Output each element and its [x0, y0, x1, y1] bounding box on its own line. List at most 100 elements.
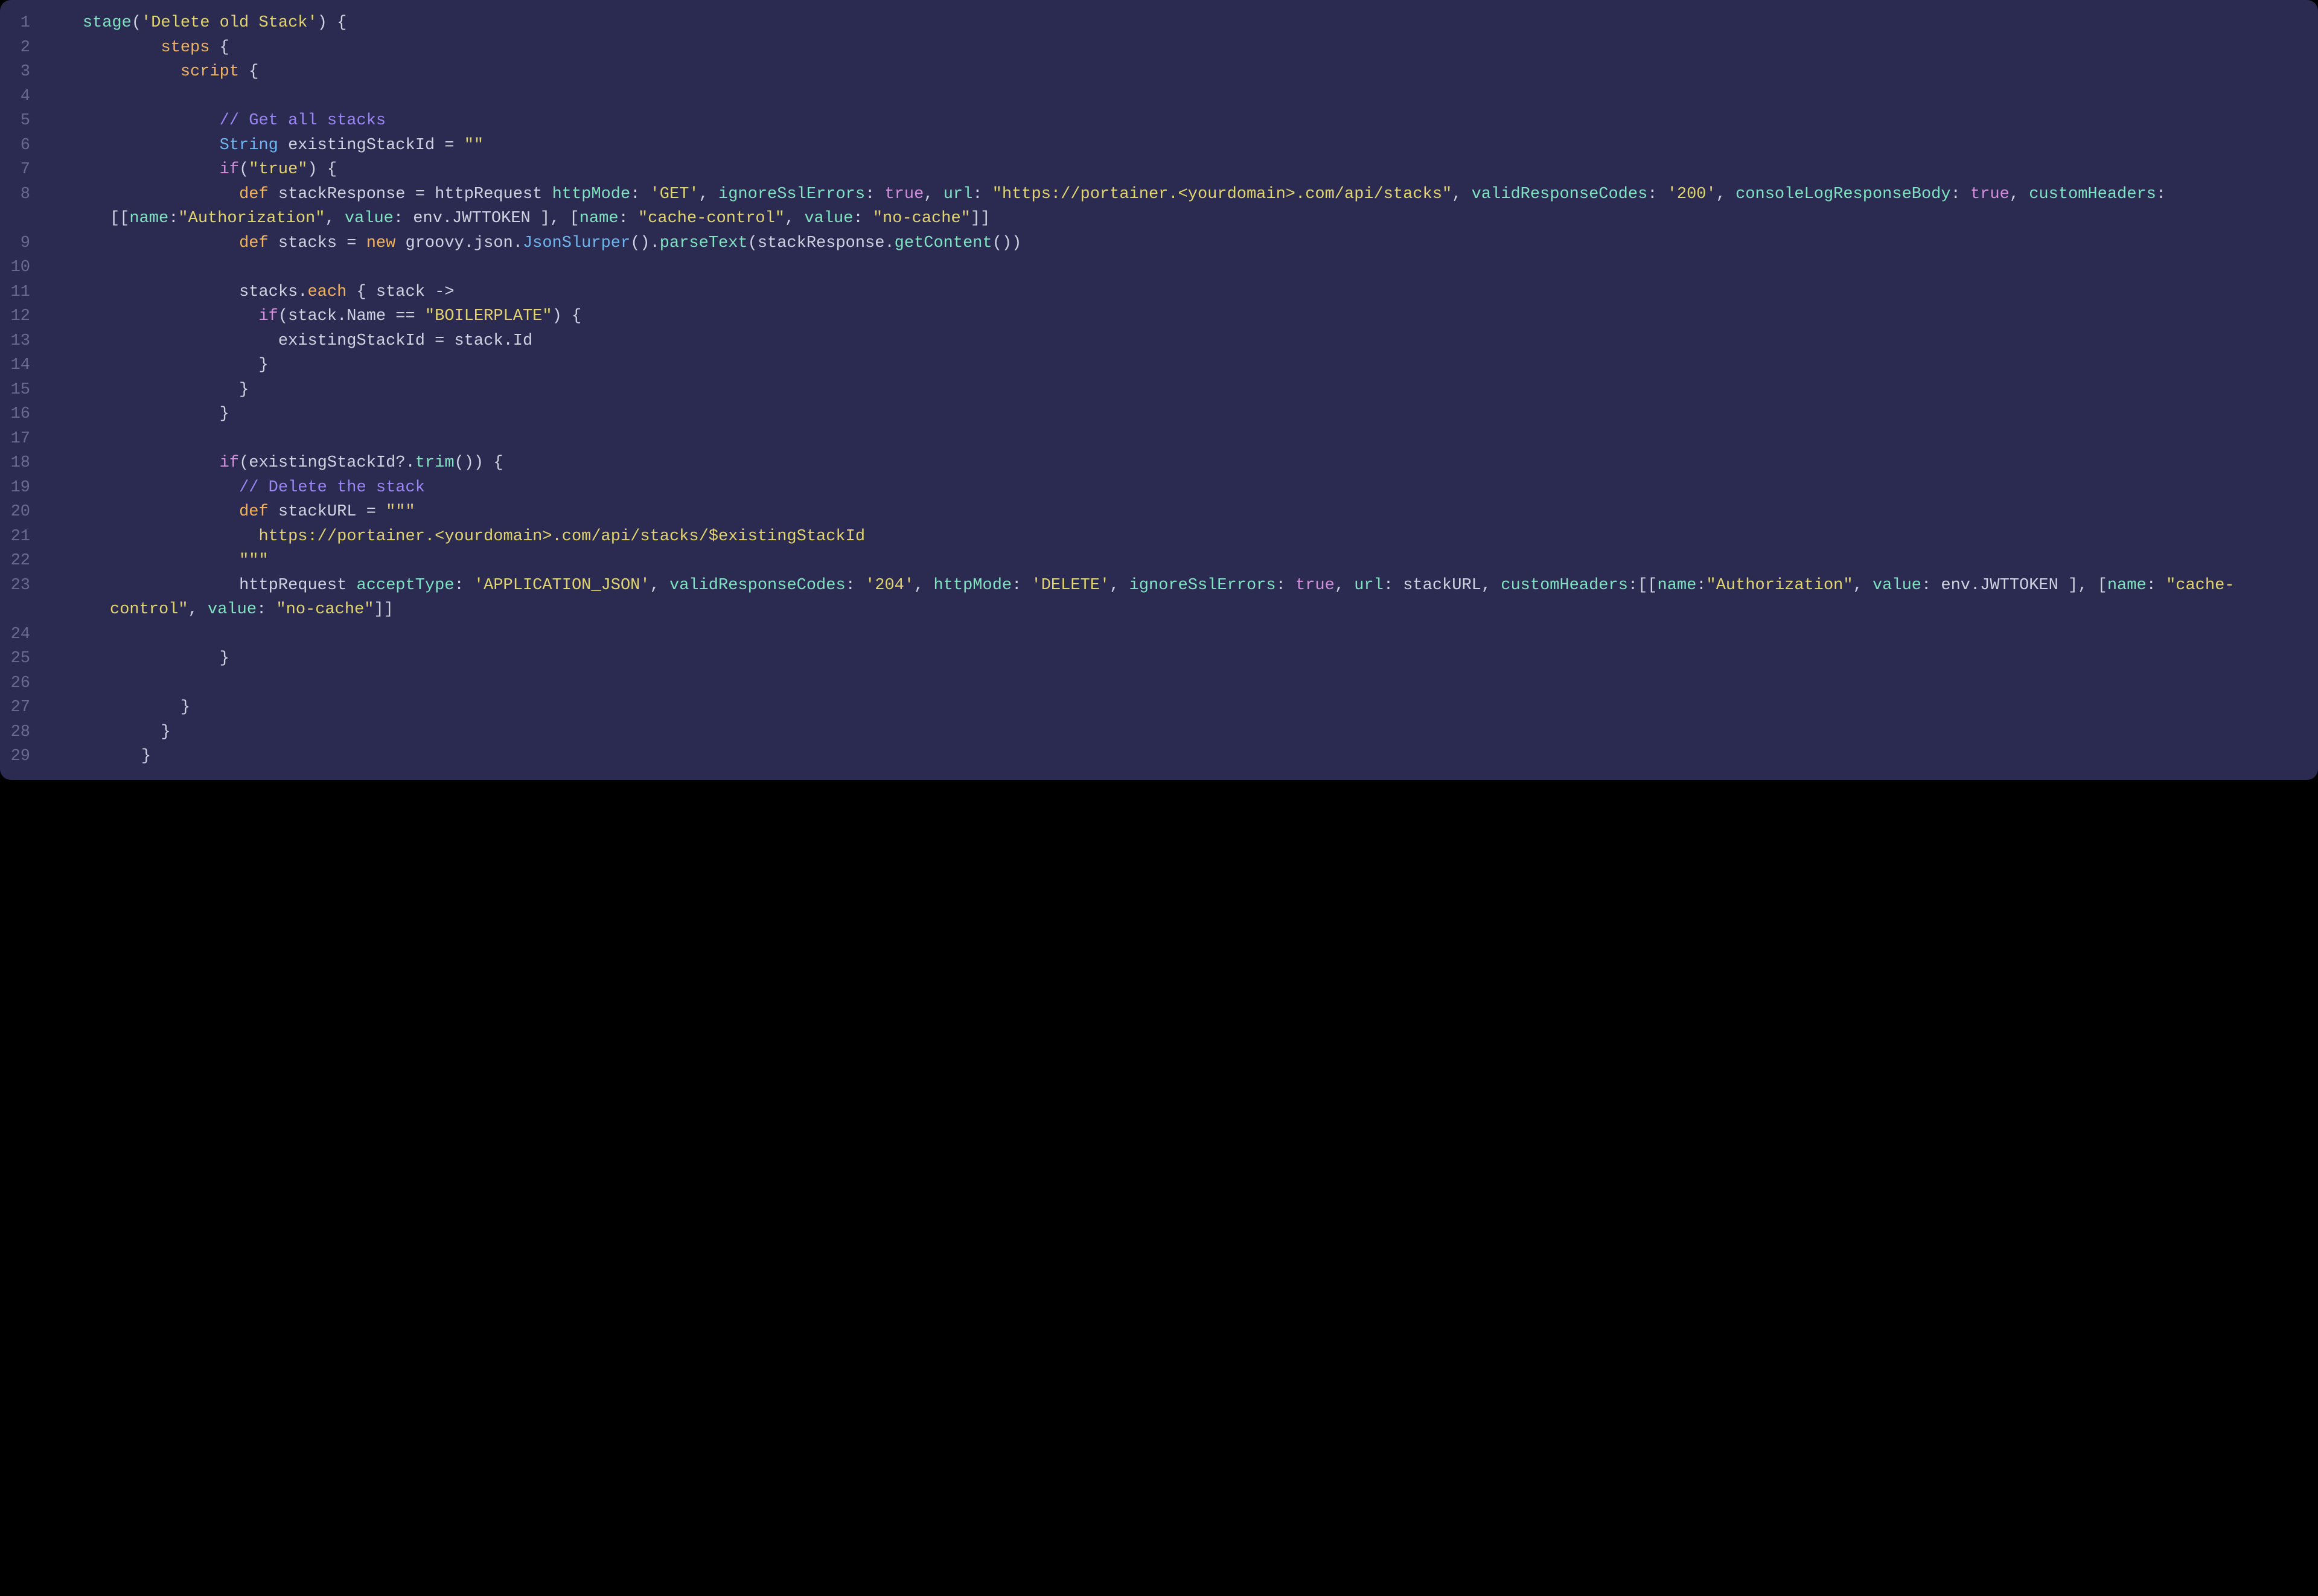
- code-content[interactable]: def stacks = new groovy.json.JsonSlurper…: [43, 231, 2318, 256]
- code-content[interactable]: def stackResponse = httpRequest httpMode…: [43, 182, 2318, 231]
- token-prop: name: [580, 209, 619, 228]
- code-content[interactable]: }: [43, 378, 2318, 403]
- code-content[interactable]: httpRequest acceptType: 'APPLICATION_JSO…: [43, 573, 2318, 622]
- code-line[interactable]: 24: [0, 622, 2318, 647]
- code-line[interactable]: 29 }: [0, 744, 2318, 769]
- code-line[interactable]: 16 }: [0, 402, 2318, 427]
- token-pn: :[[: [1628, 576, 1658, 595]
- code-line[interactable]: 20 def stackURL = """: [0, 500, 2318, 525]
- code-line[interactable]: 28 }: [0, 720, 2318, 745]
- token-pn: .: [442, 209, 452, 228]
- token-fn: parseText: [660, 234, 748, 252]
- token-pn: .: [1970, 576, 1980, 595]
- token-pn: [269, 185, 278, 203]
- code-content[interactable]: }: [43, 402, 2318, 427]
- code-line[interactable]: 5 // Get all stacks: [0, 109, 2318, 133]
- code-content[interactable]: }: [43, 646, 2318, 671]
- line-number: 17: [0, 427, 43, 452]
- code-content[interactable]: // Delete the stack: [43, 476, 2318, 500]
- code-line[interactable]: 22 """: [0, 549, 2318, 573]
- code-line[interactable]: 8 def stackResponse = httpRequest httpMo…: [0, 182, 2318, 231]
- token-pn: }: [220, 405, 229, 423]
- code-line[interactable]: 21 https://portainer.<yourdomain>.com/ap…: [0, 525, 2318, 549]
- token-id: stack: [288, 307, 337, 325]
- token-str: """: [386, 503, 415, 521]
- token-str: 'APPLICATION_JSON': [474, 576, 650, 595]
- token-pn: {: [209, 39, 229, 57]
- token-pn: }: [239, 381, 249, 399]
- code-line[interactable]: 18 if(existingStackId?.trim()) {: [0, 451, 2318, 476]
- code-content[interactable]: steps {: [43, 36, 2318, 60]
- token-str: "no-cache": [276, 601, 374, 619]
- code-line[interactable]: 7 if("true") {: [0, 158, 2318, 182]
- token-ctrl: if: [258, 307, 278, 325]
- code-line[interactable]: 3 script {: [0, 60, 2318, 85]
- code-line[interactable]: 4: [0, 85, 2318, 109]
- token-id: stacks: [239, 283, 298, 301]
- token-pn: }: [141, 747, 151, 765]
- code-line[interactable]: 23 httpRequest acceptType: 'APPLICATION_…: [0, 573, 2318, 622]
- code-line[interactable]: 9 def stacks = new groovy.json.JsonSlurp…: [0, 231, 2318, 256]
- code-content[interactable]: stage('Delete old Stack') {: [43, 11, 2318, 36]
- code-content[interactable]: if(existingStackId?.trim()) {: [43, 451, 2318, 476]
- code-content[interactable]: }: [43, 353, 2318, 378]
- code-content[interactable]: if("true") {: [43, 158, 2318, 182]
- token-pn: ,: [914, 576, 933, 595]
- token-pn: ]]: [374, 601, 393, 619]
- code-content[interactable]: // Get all stacks: [43, 109, 2318, 133]
- code-content[interactable]: String existingStackId = "": [43, 133, 2318, 158]
- token-pn: :: [257, 601, 276, 619]
- line-number: 10: [0, 255, 43, 280]
- line-number: 8: [0, 182, 43, 207]
- token-pn: (: [132, 14, 141, 32]
- token-str: "Authorization": [1707, 576, 1853, 595]
- token-op: =: [406, 185, 435, 203]
- code-line[interactable]: 15 }: [0, 378, 2318, 403]
- code-content[interactable]: }: [43, 720, 2318, 745]
- line-number: 29: [0, 744, 43, 769]
- code-content[interactable]: https://portainer.<yourdomain>.com/api/s…: [43, 525, 2318, 549]
- line-number: 21: [0, 525, 43, 549]
- code-line[interactable]: 1 stage('Delete old Stack') {: [0, 11, 2318, 36]
- code-line[interactable]: 17: [0, 427, 2318, 452]
- line-number: 3: [0, 60, 43, 85]
- token-pn: ,: [1853, 576, 1873, 595]
- token-prop: name: [1658, 576, 1697, 595]
- token-str: 'GET': [650, 185, 699, 203]
- code-line[interactable]: 6 String existingStackId = "": [0, 133, 2318, 158]
- token-str: "cache-control": [638, 209, 785, 228]
- code-line[interactable]: 11 stacks.each { stack ->: [0, 280, 2318, 305]
- code-line[interactable]: 19 // Delete the stack: [0, 476, 2318, 500]
- token-str: '200': [1667, 185, 1716, 203]
- line-number: 2: [0, 36, 43, 60]
- code-content[interactable]: }: [43, 695, 2318, 720]
- code-line[interactable]: 27 }: [0, 695, 2318, 720]
- token-pn: :: [972, 185, 992, 203]
- code-line[interactable]: 25 }: [0, 646, 2318, 671]
- code-content[interactable]: if(stack.Name == "BOILERPLATE") {: [43, 304, 2318, 329]
- line-number: 1: [0, 11, 43, 36]
- token-pn: ,: [785, 209, 804, 228]
- code-line[interactable]: 12 if(stack.Name == "BOILERPLATE") {: [0, 304, 2318, 329]
- token-pn: ?.: [395, 454, 415, 472]
- code-content[interactable]: """: [43, 549, 2318, 573]
- code-line[interactable]: 2 steps {: [0, 36, 2318, 60]
- line-number: 24: [0, 622, 43, 647]
- token-pn: ()) {: [455, 454, 503, 472]
- code-content[interactable]: script {: [43, 60, 2318, 85]
- code-line[interactable]: 10: [0, 255, 2318, 280]
- code-content[interactable]: existingStackId = stack.Id: [43, 329, 2318, 354]
- token-str: "true": [249, 161, 307, 179]
- token-str: "no-cache": [873, 209, 971, 228]
- code-editor[interactable]: 1 stage('Delete old Stack') {2 steps {3 …: [0, 11, 2318, 769]
- code-content[interactable]: def stackURL = """: [43, 500, 2318, 525]
- code-line[interactable]: 14 }: [0, 353, 2318, 378]
- token-prop: validResponseCodes: [669, 576, 846, 595]
- code-content[interactable]: }: [43, 744, 2318, 769]
- token-fn: stage: [83, 14, 132, 32]
- code-line[interactable]: 13 existingStackId = stack.Id: [0, 329, 2318, 354]
- code-content[interactable]: stacks.each { stack ->: [43, 280, 2318, 305]
- token-pn: {: [346, 283, 376, 301]
- code-line[interactable]: 26: [0, 671, 2318, 696]
- token-id: httpRequest: [435, 185, 542, 203]
